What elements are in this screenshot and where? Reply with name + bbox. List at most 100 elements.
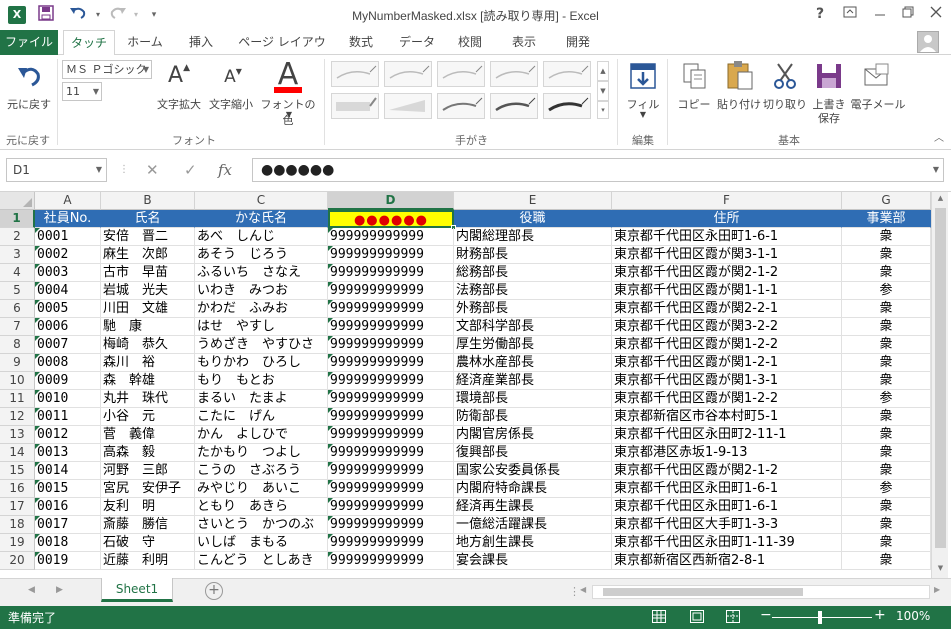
col-c-header[interactable]: C bbox=[195, 192, 328, 210]
fill-down-icon[interactable] bbox=[628, 61, 658, 91]
cell-kana-name[interactable]: こたに げん bbox=[195, 408, 328, 426]
pen-style-6[interactable] bbox=[437, 93, 485, 119]
cell-kana-name[interactable]: あそう じろう bbox=[195, 246, 328, 264]
cell-my-number[interactable]: 999999999999 bbox=[328, 534, 454, 552]
cell-kana-name[interactable]: もり もとお bbox=[195, 372, 328, 390]
cell-my-number[interactable]: 999999999999 bbox=[328, 462, 454, 480]
undo-large-icon[interactable] bbox=[14, 61, 44, 91]
close-button[interactable] bbox=[922, 3, 950, 25]
minimize-button[interactable] bbox=[866, 3, 894, 25]
cell-position[interactable]: 経済再生課長 bbox=[454, 498, 612, 516]
tab-developer[interactable]: 開発 bbox=[560, 30, 596, 55]
cell-name[interactable]: 古市 早苗 bbox=[101, 264, 195, 282]
insert-function-icon[interactable]: fx bbox=[218, 158, 232, 182]
email-label[interactable]: 電子メール bbox=[850, 96, 906, 112]
row-header[interactable]: 16 bbox=[0, 480, 35, 498]
cell-address[interactable]: 東京都千代田区霞が関2-2-1 bbox=[612, 300, 842, 318]
cell-division[interactable]: 衆 bbox=[842, 246, 931, 264]
zoom-slider-track[interactable] bbox=[772, 617, 872, 618]
cell-employee-no[interactable]: 0006 bbox=[35, 318, 101, 336]
cell-division[interactable]: 衆 bbox=[842, 408, 931, 426]
row-header[interactable]: 12 bbox=[0, 408, 35, 426]
shrink-font-label[interactable]: 文字縮小 bbox=[206, 96, 256, 112]
cell-position[interactable]: 内閣官房係長 bbox=[454, 426, 612, 444]
header-cell-position[interactable]: 役職 bbox=[454, 210, 612, 228]
ribbon-display-options-button[interactable] bbox=[836, 3, 864, 25]
row-header[interactable]: 3 bbox=[0, 246, 35, 264]
gallery-more-icon[interactable]: ▾ bbox=[597, 101, 609, 119]
cell-my-number[interactable]: 999999999999 bbox=[328, 408, 454, 426]
cell-division[interactable]: 衆 bbox=[842, 534, 931, 552]
name-box[interactable]: D1 ▼ bbox=[6, 158, 107, 182]
cell-address[interactable]: 東京都新宿区市谷本村町5-1 bbox=[612, 408, 842, 426]
tab-home[interactable]: ホーム bbox=[122, 30, 168, 55]
cell-division[interactable]: 衆 bbox=[842, 516, 931, 534]
cell-address[interactable]: 東京都千代田区霞が関1-2-2 bbox=[612, 336, 842, 354]
cell-address[interactable]: 東京都千代田区霞が関1-3-1 bbox=[612, 372, 842, 390]
cell-employee-no[interactable]: 0003 bbox=[35, 264, 101, 282]
gallery-scroll-down-icon[interactable]: ▼ bbox=[597, 81, 609, 101]
cell-employee-no[interactable]: 0016 bbox=[35, 498, 101, 516]
cell-kana-name[interactable]: まるい たまよ bbox=[195, 390, 328, 408]
page-layout-view-icon[interactable] bbox=[690, 610, 704, 623]
pen-style-5[interactable] bbox=[543, 61, 591, 87]
cell-address[interactable]: 東京都千代田区永田町1-6-1 bbox=[612, 480, 842, 498]
cell-name[interactable]: 高森 毅 bbox=[101, 444, 195, 462]
cell-division[interactable]: 衆 bbox=[842, 372, 931, 390]
cell-kana-name[interactable]: さいとう かつのぶ bbox=[195, 516, 328, 534]
cell-my-number[interactable]: 999999999999 bbox=[328, 444, 454, 462]
cell-address[interactable]: 東京都千代田区霞が関2-1-2 bbox=[612, 462, 842, 480]
cell-address[interactable]: 東京都千代田区霞が関1-1-1 bbox=[612, 282, 842, 300]
cell-name[interactable]: 河野 三郎 bbox=[101, 462, 195, 480]
cell-kana-name[interactable]: たかもり つよし bbox=[195, 444, 328, 462]
cell-position[interactable]: 防衛部長 bbox=[454, 408, 612, 426]
cell-position[interactable]: 総務部長 bbox=[454, 264, 612, 282]
cell-kana-name[interactable]: うめざき やすひさ bbox=[195, 336, 328, 354]
col-g-header[interactable]: G bbox=[842, 192, 931, 210]
cell-my-number[interactable]: 999999999999 bbox=[328, 552, 454, 570]
cell-name[interactable]: 菅 義偉 bbox=[101, 426, 195, 444]
cell-my-number[interactable]: 999999999999 bbox=[328, 480, 454, 498]
email-icon[interactable] bbox=[862, 61, 892, 91]
font-size-combo[interactable]: 11 ▼ bbox=[62, 82, 102, 101]
cell-division[interactable]: 衆 bbox=[842, 228, 931, 246]
cell-employee-no[interactable]: 0004 bbox=[35, 282, 101, 300]
row-header[interactable]: 13 bbox=[0, 426, 35, 444]
cell-address[interactable]: 東京都千代田区霞が関3-2-2 bbox=[612, 318, 842, 336]
zoom-in-button[interactable]: + bbox=[874, 607, 886, 623]
cell-kana-name[interactable]: ふるいち さなえ bbox=[195, 264, 328, 282]
pen-style-4[interactable] bbox=[490, 61, 538, 87]
cell-my-number[interactable]: 999999999999 bbox=[328, 318, 454, 336]
help-button[interactable]: ? bbox=[806, 3, 834, 25]
cell-my-number[interactable]: 999999999999 bbox=[328, 228, 454, 246]
cell-position[interactable]: 国家公安委員係長 bbox=[454, 462, 612, 480]
cell-kana-name[interactable]: ともり あきら bbox=[195, 498, 328, 516]
cell-my-number[interactable]: 999999999999 bbox=[328, 282, 454, 300]
cell-kana-name[interactable]: こうの さぶろう bbox=[195, 462, 328, 480]
tab-touch[interactable]: タッチ bbox=[63, 30, 115, 56]
tab-page-layout[interactable]: ページ レイアウト bbox=[238, 30, 326, 74]
row-header[interactable]: 2 bbox=[0, 228, 35, 246]
next-sheet-icon[interactable]: ▶ bbox=[56, 585, 63, 595]
cell-position[interactable]: 経済産業部長 bbox=[454, 372, 612, 390]
cell-kana-name[interactable]: みやじり あいこ bbox=[195, 480, 328, 498]
cell-my-number[interactable]: 999999999999 bbox=[328, 264, 454, 282]
row-header[interactable]: 17 bbox=[0, 498, 35, 516]
cell-my-number[interactable]: 999999999999 bbox=[328, 246, 454, 264]
row-header[interactable]: 14 bbox=[0, 444, 35, 462]
cell-position[interactable]: 法務部長 bbox=[454, 282, 612, 300]
cell-division[interactable]: 衆 bbox=[842, 444, 931, 462]
cancel-icon[interactable]: ✕ bbox=[146, 158, 159, 182]
col-e-header[interactable]: E bbox=[454, 192, 612, 210]
cut-label[interactable]: 切り取り bbox=[762, 96, 808, 112]
cell-employee-no[interactable]: 0009 bbox=[35, 372, 101, 390]
pen-style-1[interactable] bbox=[331, 61, 379, 87]
font-color-icon[interactable]: A bbox=[272, 57, 304, 93]
cell-employee-no[interactable]: 0017 bbox=[35, 516, 101, 534]
cell-name[interactable]: 石破 守 bbox=[101, 534, 195, 552]
header-cell-employee-no[interactable]: 社員No. bbox=[35, 210, 101, 228]
cell-name[interactable]: 友利 明 bbox=[101, 498, 195, 516]
col-f-header[interactable]: F bbox=[612, 192, 842, 210]
cell-employee-no[interactable]: 0008 bbox=[35, 354, 101, 372]
cell-employee-no[interactable]: 0007 bbox=[35, 336, 101, 354]
